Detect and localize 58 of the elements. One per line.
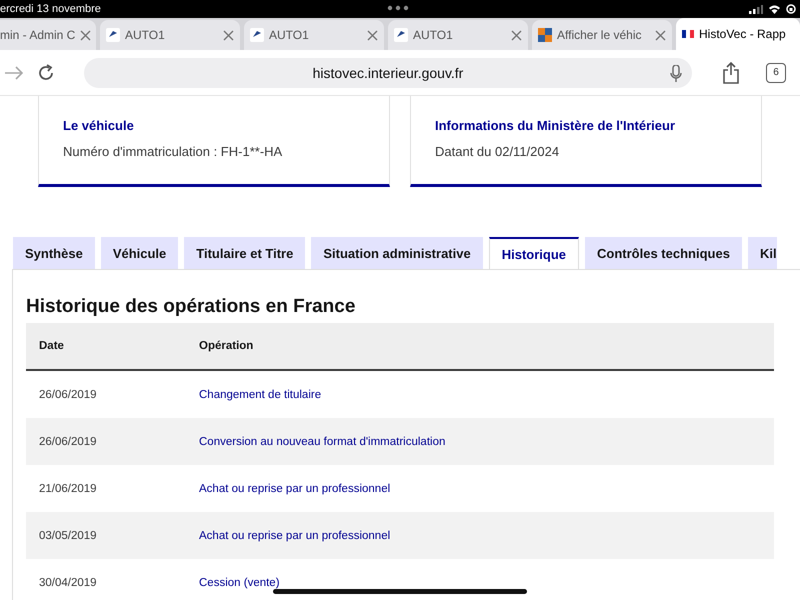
date-text: 21/06/2019	[39, 482, 97, 494]
date-text: 26/06/2019	[39, 436, 97, 448]
page-icon	[394, 28, 408, 42]
url-text: histovec.interieur.gouv.fr	[312, 64, 464, 80]
squares-icon	[538, 28, 552, 42]
card-text: Numéro d'immatriculation : FH-1**-HA	[63, 144, 284, 159]
close-icon[interactable]	[223, 30, 234, 40]
url-field[interactable]: histovec.interieur.gouv.fr	[84, 58, 692, 88]
card-title: Informations du Ministère de l'Intérieur	[435, 118, 676, 133]
tab-title: AUTO1	[125, 28, 166, 42]
date-text: 03/05/2019	[39, 530, 97, 542]
card-title: Le véhicule	[63, 118, 135, 133]
browser-tab[interactable]: AUTO1	[100, 20, 240, 50]
status-date: ercredi 13 novembre	[0, 3, 101, 15]
close-icon[interactable]	[367, 30, 378, 40]
operation-text: Conversion au nouveau format d'immatriculation	[199, 436, 446, 448]
page-icon	[106, 28, 120, 42]
wifi-icon	[768, 4, 781, 14]
browser-tab[interactable]: AUTO1	[244, 20, 384, 50]
microphone-icon[interactable]	[670, 64, 682, 82]
operation-text: Cession (vente)	[199, 576, 280, 588]
close-icon[interactable]	[80, 30, 92, 40]
section-tab[interactable]: Titulaire et Titre	[184, 237, 306, 269]
tab-title: min - Admin C	[0, 28, 76, 42]
section-tab[interactable]: Véhicule	[100, 237, 178, 269]
section-tab[interactable]: Historique	[488, 237, 580, 269]
more-icon	[387, 5, 409, 11]
reload-icon[interactable]	[36, 62, 56, 82]
tab-title: AUTO1	[413, 28, 454, 42]
operation-text: Changement de titulaire	[199, 388, 322, 400]
page-icon	[250, 28, 264, 42]
share-icon[interactable]	[722, 62, 740, 84]
browser-tab[interactable]: Afficher le véhic	[532, 20, 672, 50]
date-text: 30/04/2019	[39, 576, 97, 588]
column-header: Opération	[198, 323, 774, 370]
browser-tab[interactable]: HistoVec - Rapp	[676, 18, 800, 50]
operation-text: Achat ou reprise par un professionnel	[199, 530, 390, 542]
close-icon[interactable]	[511, 30, 522, 40]
forward-icon[interactable]	[4, 64, 24, 80]
section-tab[interactable]: Contrôles techniques	[585, 237, 742, 269]
lock-rotation-icon	[786, 4, 796, 14]
browser-tab[interactable]: min - Admin C	[0, 20, 96, 50]
date-text: 26/06/2019	[39, 388, 97, 400]
section-tab[interactable]: Kil	[748, 237, 777, 269]
operation-text: Achat ou reprise par un professionnel	[199, 482, 390, 494]
section-heading: Historique des opérations en France	[26, 296, 356, 318]
tab-title: HistoVec - Rapp	[699, 27, 787, 41]
column-header: Date	[26, 323, 198, 370]
browser-tab[interactable]: AUTO1	[388, 20, 528, 50]
tab-title: Afficher le véhic	[557, 28, 642, 42]
card-text: Datant du 02/11/2024	[435, 144, 560, 159]
flag-icon	[682, 30, 694, 38]
close-icon[interactable]	[655, 30, 666, 40]
section-tab[interactable]: Situation administrative	[311, 237, 483, 269]
tab-title: AUTO1	[269, 28, 310, 42]
tab-count-button[interactable]: 6	[766, 62, 786, 82]
section-tab[interactable]: Synthèse	[13, 237, 95, 269]
signal-icon	[749, 4, 763, 14]
